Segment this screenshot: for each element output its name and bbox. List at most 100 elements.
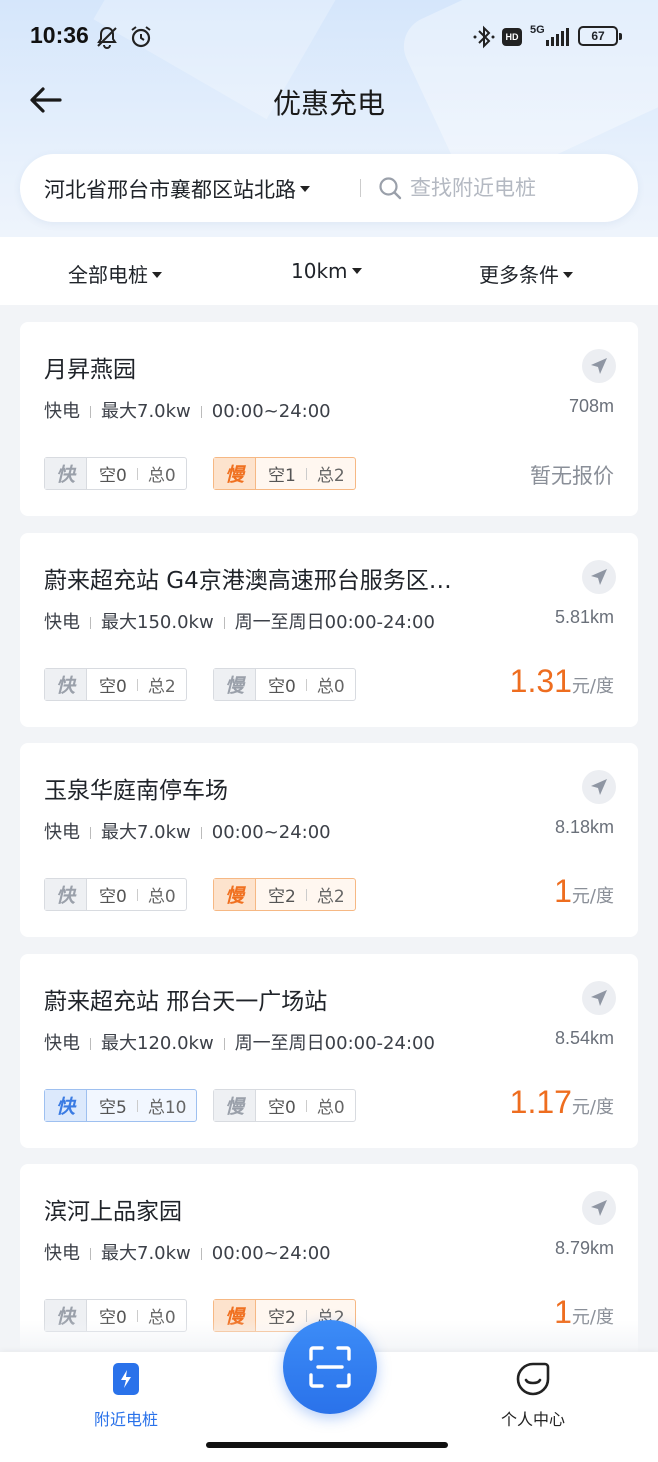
slow-charge-icon: 慢 [214, 458, 256, 489]
alarm-icon [128, 24, 154, 54]
station-distance: 8.79km [554, 1238, 614, 1258]
station-name: 月昇燕园 [44, 357, 136, 383]
station-card[interactable]: 蔚来超充站 G4京港澳高速邢台服务区… 快电 最大150.0kw 周一至周日00:0… [20, 533, 638, 727]
pile-total: 总2 [316, 466, 345, 486]
navigate-button[interactable] [582, 560, 616, 594]
chevron-down-icon [300, 186, 310, 192]
signal-icon [546, 28, 570, 50]
station-name: 滨河上品家园 [44, 1199, 182, 1225]
fast-pile-status: 快 空0 总2 [44, 668, 187, 701]
price-unit: 元/度 [571, 1097, 614, 1118]
fast-charge-icon: 快 [45, 669, 87, 700]
pile-free: 空0 [99, 466, 127, 486]
station-card[interactable]: 玉泉华庭南停车场 快电 最大7.0kw 00:00~24:00 8.18km 快 空… [20, 743, 638, 937]
navigate-button[interactable] [582, 770, 616, 804]
station-meta: 快电 最大7.0kw 00:00~24:00 [44, 818, 331, 844]
chevron-down-icon [152, 271, 162, 278]
pile-free: 空0 [268, 1098, 296, 1118]
open-hours: 00:00~24:00 [211, 401, 331, 422]
filter-label: 10km [291, 259, 348, 283]
open-hours: 周一至周日00:00-24:00 [234, 1033, 435, 1054]
scan-icon [309, 1346, 351, 1388]
search-input[interactable] [410, 172, 620, 204]
navigation-arrow-icon [591, 569, 607, 585]
filter-pile-type[interactable]: 全部电桩 [68, 259, 162, 288]
station-price: 1元/度 [554, 873, 614, 910]
fast-pile-status: 快 空0 总0 [44, 878, 187, 911]
charge-type: 快电 [44, 401, 80, 422]
charge-type: 快电 [44, 822, 80, 843]
slow-charge-icon: 慢 [214, 669, 256, 700]
slow-charge-icon: 慢 [214, 1090, 256, 1121]
tab-nearby[interactable]: 附近电桩 [56, 1362, 196, 1430]
search-icon [378, 176, 402, 204]
station-distance: 8.18km [554, 817, 614, 837]
station-price: 1.17元/度 [510, 1084, 614, 1121]
slow-pile-status: 慢 空2 总2 [213, 878, 356, 911]
pile-free: 空0 [99, 677, 127, 697]
station-distance: 5.81km [554, 607, 614, 627]
fast-pile-status: 快 空5 总10 [44, 1089, 198, 1122]
status-time: 10:36 [30, 22, 89, 48]
station-card[interactable]: 蔚来超充站 邢台天一广场站 快电 最大120.0kw 周一至周日00:00-24:0… [20, 954, 638, 1148]
open-hours: 周一至周日00:00-24:00 [234, 612, 435, 633]
filter-label: 全部电桩 [68, 263, 148, 287]
search-divider [360, 179, 361, 197]
price-unit: 元/度 [571, 886, 614, 907]
slow-charge-icon: 慢 [214, 879, 256, 910]
charge-type: 快电 [44, 1033, 80, 1054]
tab-label: 个人中心 [500, 1410, 565, 1429]
pile-free: 空1 [268, 466, 296, 486]
navigate-button[interactable] [582, 1191, 616, 1225]
fast-charge-icon: 快 [45, 458, 87, 489]
station-name: 蔚来超充站 G4京港澳高速邢台服务区… [44, 568, 452, 594]
scan-button[interactable] [283, 1320, 377, 1414]
navigation-arrow-icon [591, 358, 607, 374]
filter-distance[interactable]: 10km [291, 259, 362, 283]
station-distance: 708m [568, 396, 614, 416]
station-meta: 快电 最大7.0kw 00:00~24:00 [44, 1239, 331, 1265]
location-label: 河北省邢台市襄都区站北路 [44, 178, 296, 202]
chevron-down-icon [563, 271, 573, 278]
price-unit: 元/度 [571, 676, 614, 697]
station-name: 蔚来超充站 邢台天一广场站 [44, 989, 328, 1015]
pile-free: 空0 [268, 677, 296, 697]
pile-total: 总2 [316, 887, 345, 907]
open-hours: 00:00~24:00 [211, 1243, 331, 1264]
mute-icon [94, 24, 120, 54]
max-power: 最大7.0kw [101, 1243, 191, 1264]
home-indicator [206, 1442, 448, 1448]
navigation-arrow-icon [591, 779, 607, 795]
station-card[interactable]: 月昇燕园 快电 最大7.0kw 00:00~24:00 708m 快 空0 总0 慢 … [20, 322, 638, 516]
station-distance: 8.54km [554, 1028, 614, 1048]
pile-total: 总10 [147, 1098, 187, 1118]
slow-pile-status: 慢 空1 总2 [213, 457, 356, 490]
status-bar: 10:36 HD 5G 67 [0, 0, 658, 72]
charging-pile-icon [113, 1363, 139, 1395]
max-power: 最大7.0kw [101, 822, 191, 843]
navigate-button[interactable] [582, 981, 616, 1015]
charge-type: 快电 [44, 1243, 80, 1264]
filter-more[interactable]: 更多条件 [479, 259, 573, 288]
navigation-arrow-icon [591, 990, 607, 1006]
user-center-icon [516, 1362, 550, 1396]
fast-charge-icon: 快 [45, 879, 87, 910]
price-value: 1.31 [509, 663, 572, 699]
bluetooth-icon [472, 24, 496, 54]
search-bar: 河北省邢台市襄都区站北路 [20, 154, 638, 222]
slow-pile-status: 慢 空0 总0 [213, 1089, 356, 1122]
pile-free: 空0 [99, 887, 127, 907]
tab-profile[interactable]: 个人中心 [463, 1362, 603, 1430]
battery-indicator: 67 [578, 26, 622, 46]
station-meta: 快电 最大150.0kw 周一至周日00:00-24:00 [44, 608, 435, 634]
pile-free: 空2 [268, 887, 296, 907]
chevron-down-icon [351, 267, 362, 274]
navigate-button[interactable] [582, 349, 616, 383]
location-selector[interactable]: 河北省邢台市襄都区站北路 [44, 174, 310, 204]
max-power: 最大7.0kw [101, 401, 191, 422]
pile-total: 总2 [147, 677, 176, 697]
max-power: 最大120.0kw [101, 1033, 214, 1054]
open-hours: 00:00~24:00 [211, 822, 331, 843]
filter-bar: 全部电桩 10km 更多条件 [0, 237, 658, 305]
fast-pile-status: 快 空0 总0 [44, 457, 187, 490]
